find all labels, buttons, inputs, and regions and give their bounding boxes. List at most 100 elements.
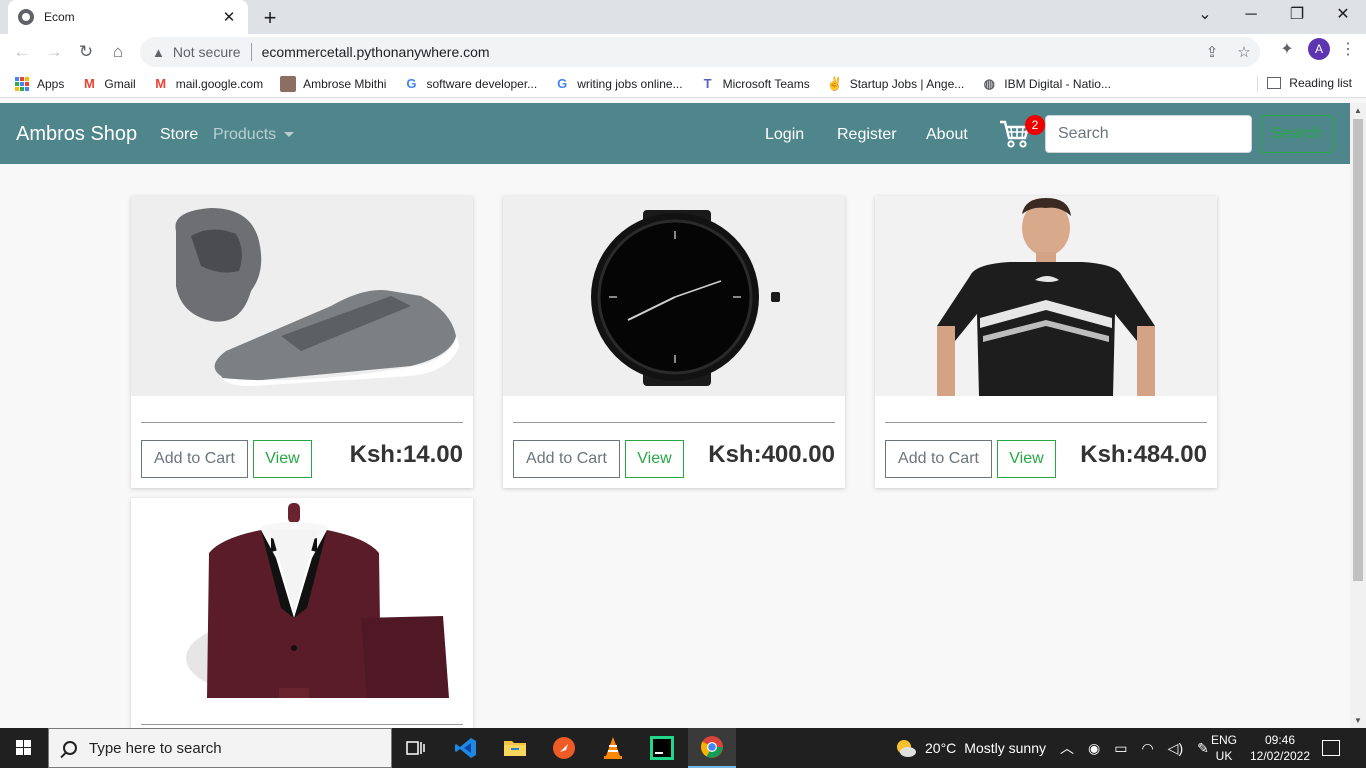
minimize-button[interactable]: ─ xyxy=(1228,0,1274,34)
folder-icon xyxy=(504,741,526,756)
angellist-icon: ✌ xyxy=(826,75,843,91)
brand-link[interactable]: Ambros Shop xyxy=(16,123,137,146)
close-window-button[interactable]: ✕ xyxy=(1320,0,1366,34)
card-divider xyxy=(141,422,463,423)
restore-button[interactable]: ❐ xyxy=(1274,0,1320,34)
nav-products-dropdown[interactable]: Products xyxy=(213,126,295,144)
scroll-down-arrow-icon[interactable]: ▼ xyxy=(1350,716,1366,725)
task-view-icon xyxy=(406,741,425,755)
menu-kebab-icon[interactable]: ⋮ xyxy=(1340,39,1356,59)
power-battery-icon[interactable]: ▭ xyxy=(1114,740,1127,757)
profile-avatar[interactable]: A xyxy=(1308,38,1330,60)
chrome-app-button[interactable] xyxy=(688,728,736,768)
nav-about[interactable]: About xyxy=(926,126,968,144)
bookmark-mail-google[interactable]: M mail.google.com xyxy=(153,76,263,92)
caret-down-icon xyxy=(284,132,295,138)
browser-tab[interactable]: Ecom ✕ xyxy=(8,0,248,34)
postman-app-button[interactable] xyxy=(540,728,588,768)
bookmark-ibm-digital[interactable]: ◍ IBM Digital - Natio... xyxy=(981,76,1111,92)
add-to-cart-button[interactable]: Add to Cart xyxy=(885,440,992,478)
warning-icon[interactable]: ▲ xyxy=(152,45,165,60)
bookmark-startup-jobs[interactable]: ✌ Startup Jobs | Ange... xyxy=(827,76,965,92)
taskbar-clock[interactable]: 09:46 12/02/2022 xyxy=(1247,732,1313,764)
share-icon[interactable]: ⇪ xyxy=(1196,43,1228,61)
input-language-indicator[interactable]: ENG UK xyxy=(1206,732,1242,764)
search-input[interactable] xyxy=(1045,115,1252,153)
bookmark-label: Ambrose Mbithi xyxy=(303,76,387,91)
card-body: Add to Cart View Ksh:14.00 xyxy=(131,396,473,488)
browser-tab-strip: Ecom ✕ + ⌄ ─ ❐ ✕ xyxy=(0,0,1366,34)
suit-image xyxy=(131,498,473,698)
view-button[interactable]: View xyxy=(253,440,312,478)
pycharm-app-button[interactable] xyxy=(638,728,686,768)
reload-button[interactable]: ↻ xyxy=(70,42,102,62)
view-button[interactable]: View xyxy=(997,440,1056,478)
nav-register[interactable]: Register xyxy=(837,126,897,144)
reading-list-button[interactable]: Reading list xyxy=(1267,76,1352,90)
bookmark-ambrose-mbithi[interactable]: Ambrose Mbithi xyxy=(280,75,387,92)
notification-center-icon[interactable] xyxy=(1322,740,1340,756)
bookmark-gmail[interactable]: M Gmail xyxy=(81,76,136,92)
url-text[interactable]: ecommercetall.pythonanywhere.com xyxy=(262,44,1196,60)
product-price: Ksh:484.00 xyxy=(1080,441,1207,468)
search-button[interactable]: Search xyxy=(1260,115,1333,153)
profile-photo-icon xyxy=(280,75,297,92)
vscode-app-button[interactable] xyxy=(442,728,490,768)
file-explorer-app-button[interactable] xyxy=(491,728,539,768)
add-to-cart-button[interactable]: Add to Cart xyxy=(141,440,248,478)
clock-time: 09:46 xyxy=(1264,733,1296,747)
view-button[interactable]: View xyxy=(625,440,684,478)
product-image-suit[interactable] xyxy=(131,498,473,698)
wifi-icon[interactable]: ◠ xyxy=(1141,740,1153,757)
meet-now-icon[interactable]: ◉ xyxy=(1088,740,1100,757)
task-view-button[interactable] xyxy=(392,728,440,768)
bookmark-star-icon[interactable]: ☆ xyxy=(1228,43,1260,61)
watch-image xyxy=(503,196,845,396)
forward-button[interactable]: → xyxy=(38,42,70,62)
product-image-sneakers[interactable] xyxy=(131,196,473,396)
home-button[interactable]: ⌂ xyxy=(102,42,134,62)
volume-icon[interactable]: ◁) xyxy=(1168,740,1183,757)
card-body: Add to Cart View Ksh:484.00 xyxy=(875,396,1217,488)
show-hidden-icons-chevron-icon[interactable]: ︿ xyxy=(1060,738,1074,758)
page-scrollbar[interactable]: ▲ ▼ xyxy=(1350,103,1366,728)
product-image-tshirt[interactable] xyxy=(875,196,1217,396)
bookmark-software-developer[interactable]: G software developer... xyxy=(403,76,537,92)
extensions-icon[interactable]: ✦ xyxy=(1276,39,1298,59)
lang-region: UK xyxy=(1215,749,1233,763)
bookmark-label: Microsoft Teams xyxy=(722,76,810,91)
scroll-up-arrow-icon[interactable]: ▲ xyxy=(1350,106,1366,115)
weather-widget[interactable]: 20°C Mostly sunny xyxy=(895,728,1046,768)
windows-start-icon[interactable] xyxy=(0,728,48,768)
new-tab-button[interactable]: + xyxy=(258,5,282,31)
bookmark-microsoft-teams[interactable]: T Microsoft Teams xyxy=(700,76,810,92)
clock-date: 12/02/2022 xyxy=(1249,749,1311,763)
card-body xyxy=(131,698,473,728)
scrollbar-thumb[interactable] xyxy=(1353,119,1363,581)
taskbar-search-box[interactable]: Type here to search xyxy=(48,728,392,768)
system-tray: ︿ ◉ ▭ ◠ ◁) ✎ xyxy=(1060,728,1209,768)
address-bar[interactable]: ▲ Not secure ecommercetall.pythonanywher… xyxy=(140,37,1260,67)
divider xyxy=(250,43,252,61)
bookmark-apps[interactable]: Apps xyxy=(14,76,64,92)
card-body: Add to Cart View Ksh:400.00 xyxy=(503,396,845,488)
chrome-icon xyxy=(701,736,723,758)
browser-toolbar: ← → ↻ ⌂ ▲ Not secure ecommercetall.pytho… xyxy=(0,34,1366,70)
add-to-cart-button[interactable]: Add to Cart xyxy=(513,440,620,478)
nav-store[interactable]: Store xyxy=(160,126,198,144)
tab-search-icon[interactable]: ⌄ xyxy=(1182,0,1228,34)
nav-login[interactable]: Login xyxy=(765,126,804,144)
card-divider xyxy=(885,422,1207,423)
bookmark-writing-jobs[interactable]: G writing jobs online... xyxy=(554,76,682,92)
close-tab-icon[interactable]: ✕ xyxy=(220,8,238,26)
bookmark-label: mail.google.com xyxy=(175,76,264,91)
vlc-app-button[interactable] xyxy=(589,728,637,768)
product-image-watch[interactable] xyxy=(503,196,845,396)
product-price: Ksh:14.00 xyxy=(349,441,463,468)
not-secure-label[interactable]: Not secure xyxy=(173,44,241,60)
back-button[interactable]: ← xyxy=(6,42,38,62)
product-card: Add to Cart View Ksh:14.00 xyxy=(131,196,473,488)
postman-icon xyxy=(553,737,575,759)
product-card: Add to Cart View Ksh:484.00 xyxy=(875,196,1217,488)
card-divider xyxy=(513,422,835,423)
